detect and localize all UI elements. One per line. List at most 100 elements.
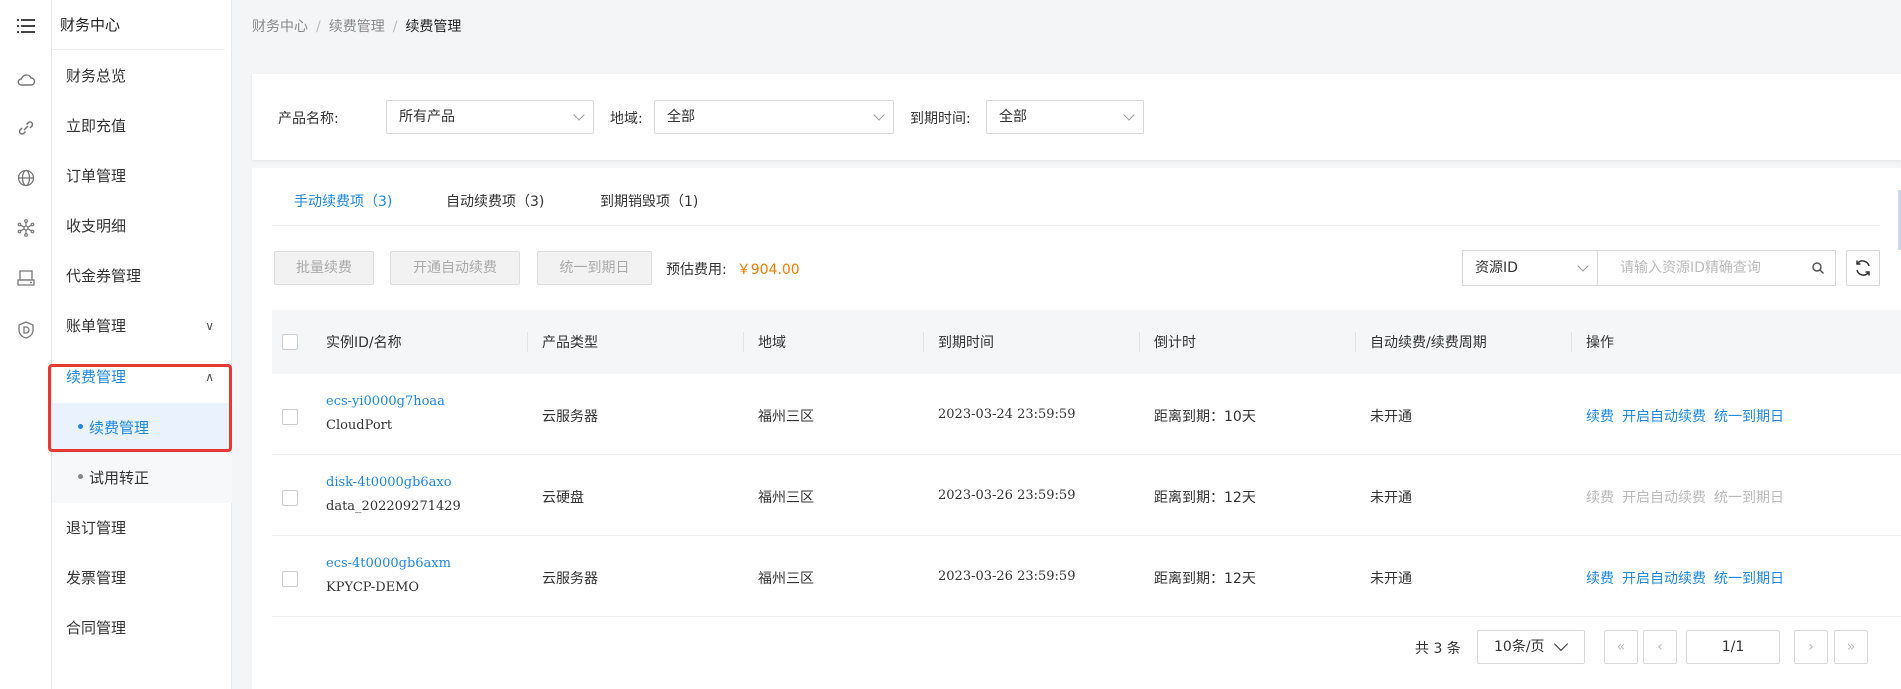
sidebar-item-label: 续费管理 xyxy=(66,368,127,386)
tab-expire-destroy[interactable]: 到期销毁项（1) xyxy=(600,190,698,226)
enable-auto-renew-button[interactable]: 开通自动续费 xyxy=(390,251,520,285)
double-chevron-right-icon: » xyxy=(1846,639,1856,655)
sidebar-item-invoices[interactable]: 发票管理 xyxy=(52,553,232,603)
sidebar-subitem-label: 续费管理 xyxy=(89,419,150,437)
resource-search-input[interactable]: 请输入资源ID精确查询 xyxy=(1598,250,1836,286)
row-checkbox[interactable] xyxy=(282,490,298,506)
total-count: 共 3 条 xyxy=(1415,641,1461,657)
sidebar-item-label: 收支明细 xyxy=(66,217,127,235)
sidebar-item-label: 立即充值 xyxy=(66,117,127,135)
next-page-button[interactable]: › xyxy=(1794,630,1828,664)
region-select[interactable]: 全部 xyxy=(654,100,894,134)
sidebar-item-label: 合同管理 xyxy=(66,619,127,637)
column-header: 自动续费/续费周期 xyxy=(1370,335,1487,351)
tab-manual-renewal[interactable]: 手动续费项（3) xyxy=(294,190,392,226)
table-row: ecs-4t0000gb6axm KPYCP-DEMO 云服务器 福州三区 20… xyxy=(272,536,1901,617)
storage-icon[interactable] xyxy=(14,266,38,290)
sidebar-item-renewal[interactable]: 续费管理 ∧ xyxy=(52,352,232,402)
refresh-button[interactable] xyxy=(1846,250,1880,286)
sidebar-item-recharge[interactable]: 立即充值 xyxy=(52,101,232,151)
instance-id-link[interactable]: ecs-yi0000g7hoaa xyxy=(326,394,445,409)
enable-auto-renew-link: 开启自动续费 xyxy=(1622,490,1706,506)
auto-renew-status: 未开通 xyxy=(1370,409,1412,425)
cloud-icon[interactable] xyxy=(14,68,38,92)
network-icon[interactable] xyxy=(14,216,38,240)
last-page-button[interactable]: » xyxy=(1834,630,1868,664)
sidebar-item-overview[interactable]: 财务总览 xyxy=(52,51,232,101)
unify-expiry-link[interactable]: 统一到期日 xyxy=(1714,409,1784,425)
breadcrumb-separator: / xyxy=(316,19,321,35)
select-all-checkbox[interactable] xyxy=(282,334,298,350)
row-actions: 续费 开启自动续费 统一到期日 xyxy=(1586,568,1792,588)
search-icon[interactable] xyxy=(1811,261,1825,275)
double-chevron-left-icon: « xyxy=(1616,639,1626,655)
renew-link[interactable]: 续费 xyxy=(1586,409,1614,425)
renewal-panel: 手动续费项（3) 自动续费项（3) 到期销毁项（1) 批量续费 开通自动续费 统… xyxy=(252,168,1901,689)
tab-auto-renewal[interactable]: 自动续费项（3) xyxy=(446,190,544,226)
column-header: 操作 xyxy=(1586,335,1614,351)
expire-time: 2023-03-26 23:59:59 xyxy=(938,488,1076,503)
sidebar-subitem-renewal[interactable]: 续费管理 xyxy=(52,403,232,453)
sidebar-item-label: 订单管理 xyxy=(66,167,127,185)
sidebar-subitem-trial-convert[interactable]: 试用转正 xyxy=(52,453,232,503)
region-label: 地域: xyxy=(610,111,643,127)
breadcrumb-item[interactable]: 续费管理 xyxy=(329,19,385,35)
sidebar-item-transactions[interactable]: 收支明细 xyxy=(52,201,232,251)
link-icon[interactable] xyxy=(14,116,38,140)
breadcrumb-item[interactable]: 财务中心 xyxy=(252,19,308,35)
resource-type-select[interactable]: 资源ID xyxy=(1462,250,1598,286)
enable-auto-renew-link[interactable]: 开启自动续费 xyxy=(1622,409,1706,425)
row-checkbox[interactable] xyxy=(282,571,298,587)
row-checkbox[interactable] xyxy=(282,409,298,425)
resource-type-value: 资源ID xyxy=(1475,260,1518,276)
product-select[interactable]: 所有产品 xyxy=(386,100,594,134)
instance-id-link[interactable]: ecs-4t0000gb6axm xyxy=(326,556,451,571)
estimated-cost-label: 预估费用: xyxy=(666,262,727,278)
chevron-down-icon xyxy=(1577,260,1589,272)
sidebar-item-label: 退订管理 xyxy=(66,519,127,537)
page-size-select[interactable]: 10条/页 xyxy=(1477,630,1585,664)
chevron-left-icon: ‹ xyxy=(1657,639,1663,655)
chevron-down-icon: ∨ xyxy=(205,319,214,333)
instance-name: data_202209271429 xyxy=(326,499,461,514)
renew-link[interactable]: 续费 xyxy=(1586,571,1614,587)
instance-name: KPYCP-DEMO xyxy=(326,580,420,595)
table-header: 实例ID/名称 产品类型 地域 到期时间 倒计时 自动续费/续费周期 操作 xyxy=(272,310,1901,374)
breadcrumb-separator: / xyxy=(392,19,398,35)
shield-icon[interactable] xyxy=(14,318,38,342)
sidebar-item-vouchers[interactable]: 代金券管理 xyxy=(52,251,232,301)
estimated-cost: 预估费用: ￥904.00 xyxy=(666,259,800,279)
sidebar-item-unsubscribe[interactable]: 退订管理 xyxy=(52,503,232,553)
unify-expiry-link[interactable]: 统一到期日 xyxy=(1714,571,1784,587)
product-select-value: 所有产品 xyxy=(399,109,455,125)
product-type: 云服务器 xyxy=(542,571,598,587)
product-label: 产品名称: xyxy=(278,111,339,127)
page-indicator[interactable]: 1/1 xyxy=(1686,630,1780,664)
expire-time: 2023-03-26 23:59:59 xyxy=(938,569,1076,584)
expire-select[interactable]: 全部 xyxy=(986,100,1144,134)
batch-renew-button[interactable]: 批量续费 xyxy=(274,251,374,285)
chevron-up-icon: ∧ xyxy=(205,370,214,384)
countdown: 距离到期：12天 xyxy=(1154,490,1256,506)
enable-auto-renew-link[interactable]: 开启自动续费 xyxy=(1622,571,1706,587)
first-page-button[interactable]: « xyxy=(1604,630,1638,664)
prev-page-button[interactable]: ‹ xyxy=(1643,630,1677,664)
menu-icon[interactable] xyxy=(14,14,38,38)
unify-expiry-button[interactable]: 统一到期日 xyxy=(537,251,652,285)
sidebar-item-contracts[interactable]: 合同管理 xyxy=(52,603,232,653)
column-divider xyxy=(1139,332,1140,352)
table-row: disk-4t0000gb6axo data_202209271429 云硬盘 … xyxy=(272,455,1901,536)
instance-id-link[interactable]: disk-4t0000gb6axo xyxy=(326,475,452,490)
column-divider xyxy=(743,332,744,352)
refresh-icon xyxy=(1856,260,1870,276)
product-type: 云硬盘 xyxy=(542,490,584,506)
sidebar-item-label: 账单管理 xyxy=(66,317,127,335)
region-select-value: 全部 xyxy=(667,109,695,125)
sidebar-item-label: 发票管理 xyxy=(66,569,127,587)
icon-rail xyxy=(0,0,52,689)
globe-icon[interactable] xyxy=(14,166,38,190)
sidebar-item-orders[interactable]: 订单管理 xyxy=(52,151,232,201)
region: 福州三区 xyxy=(758,490,814,506)
sidebar-item-bills[interactable]: 账单管理 ∨ xyxy=(52,301,232,351)
expire-select-value: 全部 xyxy=(999,109,1027,125)
